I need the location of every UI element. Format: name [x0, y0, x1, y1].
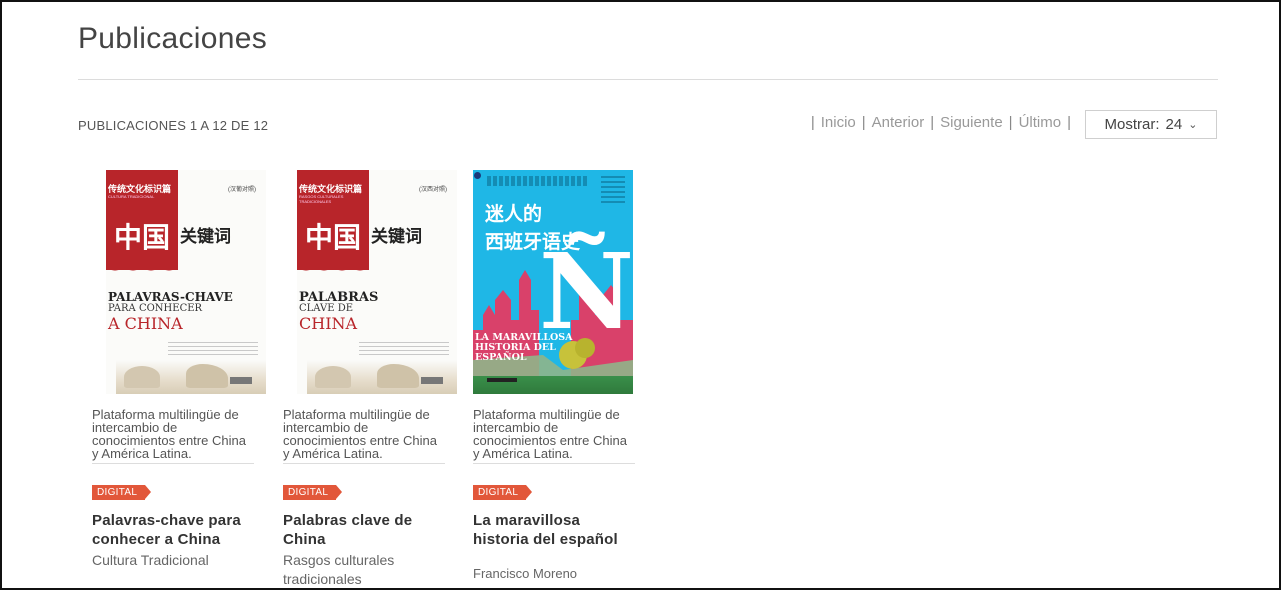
book-cover[interactable]: 迷人的 西班牙语史 Ñ LA MARAVILLOSA HISTORIA DEL … — [473, 170, 633, 394]
pager-separator: | — [1008, 114, 1013, 131]
pager-prev-link[interactable]: Anterior — [872, 114, 925, 131]
cover-latin-2: CLAVE DE — [299, 303, 354, 314]
pager-separator: | — [810, 114, 815, 131]
pager-last-link[interactable]: Último — [1019, 114, 1062, 131]
format-badge: DIGITAL — [283, 485, 343, 500]
cover-banner-latin: CULTURA TRADICIONAL — [108, 194, 155, 199]
cover-latin-3: ESPAÑOL — [475, 352, 527, 363]
page-title: Publicaciones — [78, 22, 268, 55]
cover-ornament — [106, 262, 178, 280]
cover-ornament — [297, 262, 369, 280]
pager-next-link[interactable]: Siguiente — [940, 114, 1003, 131]
cover-author-line — [487, 176, 587, 186]
publication-card: 迷人的 西班牙语史 Ñ LA MARAVILLOSA HISTORIA DEL … — [473, 170, 635, 581]
book-title-link[interactable]: La maravillosa historia del español — [473, 511, 635, 549]
card-description: Plataforma multilingüe de intercambio de… — [473, 407, 627, 461]
cover-series-text — [601, 176, 625, 204]
cover-cn-title-1: 迷人的 — [485, 203, 543, 225]
cover-latin-2: PARA CONHECER — [108, 303, 203, 314]
book-title-link[interactable]: Palabras clave de China — [283, 511, 445, 549]
card-divider — [283, 463, 445, 464]
publication-card: 传统文化标识篇 CULTURA TRADICIONAL (汉葡对照) 中国 关键… — [92, 170, 266, 570]
cover-corner-tag: (汉西对照) — [419, 187, 447, 193]
book-subtitle: Cultura Tradicional — [92, 552, 209, 568]
book-subtitle: Rasgos culturales tradicionales — [283, 552, 395, 587]
pagination: | Inicio | Anterior | Siguiente | Último… — [811, 114, 1071, 131]
cover-fine-print — [168, 342, 258, 356]
publisher-logo — [487, 378, 517, 382]
cover-corner-tag: (汉葡对照) — [228, 187, 256, 193]
cover-cn-right: 关键词 — [180, 227, 231, 247]
cover-cn-big: 中国 — [114, 221, 171, 254]
pager-separator: | — [930, 114, 935, 131]
cover-latin-3: A CHINA — [108, 314, 183, 333]
book-cover[interactable]: 传统文化标识篇 RASGOS CULTURALES TRADICIONALES … — [297, 170, 457, 394]
card-description: Plataforma multilingüe de intercambio de… — [283, 407, 437, 461]
card-divider — [473, 463, 635, 464]
book-cover[interactable]: 传统文化标识篇 CULTURA TRADICIONAL (汉葡对照) 中国 关键… — [106, 170, 266, 394]
book-title-link[interactable]: Palavras-chave para conhecer a China — [92, 511, 254, 549]
pager-first-link[interactable]: Inicio — [821, 114, 856, 131]
cover-cn-right: 关键词 — [371, 227, 422, 247]
pager-separator: | — [1067, 114, 1071, 131]
publication-card: 传统文化标识篇 RASGOS CULTURALES TRADICIONALES … — [283, 170, 457, 589]
publisher-emblem-icon — [474, 172, 481, 179]
card-divider — [92, 463, 254, 464]
cover-banner-latin: RASGOS CULTURALES TRADICIONALES — [299, 194, 344, 204]
show-per-page-select[interactable]: Mostrar: 24 ⌄ — [1085, 110, 1217, 139]
show-label: Mostrar: — [1104, 116, 1160, 133]
format-badge: DIGITAL — [473, 485, 533, 500]
cover-cn-big: 中国 — [305, 221, 362, 254]
format-badge: DIGITAL — [92, 485, 152, 500]
title-divider — [78, 79, 1218, 80]
publisher-logo — [421, 377, 443, 384]
results-count: PUBLICACIONES 1 A 12 DE 12 — [78, 118, 269, 133]
cover-big-letter: Ñ — [539, 230, 633, 353]
cover-latin-3: CHINA — [299, 314, 358, 333]
publisher-logo — [230, 377, 252, 384]
book-author: Francisco Moreno — [473, 566, 578, 581]
chevron-down-icon: ⌄ — [1188, 119, 1198, 131]
cover-fine-print — [359, 342, 449, 356]
pager-separator: | — [861, 114, 866, 131]
show-value: 24 — [1165, 116, 1183, 133]
cover-latin-title: LA MARAVILLOSA HISTORIA DEL ESPAÑOL — [475, 333, 573, 363]
card-description: Plataforma multilingüe de intercambio de… — [92, 407, 246, 461]
cover-latin-1: PALAVRAS-CHAVE — [108, 290, 233, 304]
